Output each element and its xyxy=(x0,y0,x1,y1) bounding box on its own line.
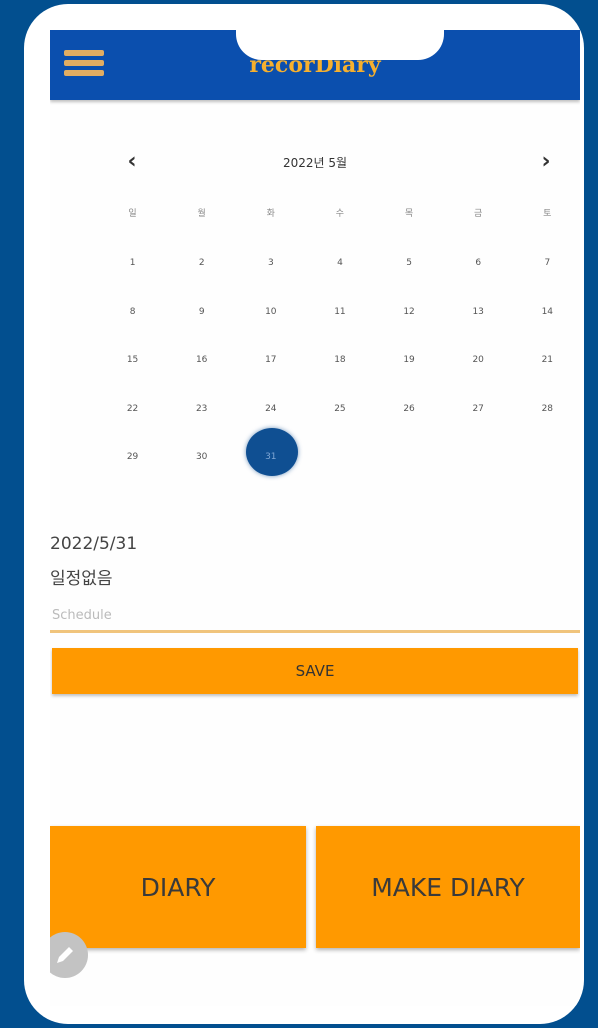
calendar-day-number: 7 xyxy=(544,258,551,268)
weekday-label: 목 xyxy=(404,209,414,219)
calendar-week-row: 8 9 10 11 12 13 14 xyxy=(98,305,580,354)
calendar-day[interactable]: 29 xyxy=(98,450,167,499)
calendar-day[interactable]: 20 xyxy=(444,353,513,402)
calendar-day-number: 21 xyxy=(541,355,554,366)
calendar-day[interactable]: 13 xyxy=(444,305,513,354)
calendar-week-row: 1 2 3 4 5 6 7 xyxy=(98,256,580,305)
calendar-day[interactable]: 21 xyxy=(513,353,580,402)
calendar-day[interactable]: 19 xyxy=(375,353,444,402)
calendar-day[interactable]: 12 xyxy=(375,305,444,354)
calendar-day-number: 17 xyxy=(265,355,277,366)
calendar-day-number: 23 xyxy=(195,403,208,414)
schedule-input[interactable] xyxy=(50,600,580,633)
calendar-day-number: 30 xyxy=(195,452,208,463)
calendar-day[interactable]: 9 xyxy=(167,305,236,354)
calendar-day-number: 12 xyxy=(403,306,415,317)
calendar-day-grid: 1 2 3 4 5 6 7 8 9 10 11 12 13 14 15 16 17 18 19 20 21 22 23 24 2… xyxy=(98,256,580,499)
calendar-day-number: 29 xyxy=(126,452,139,463)
calendar-day-number: 9 xyxy=(198,306,205,317)
calendar-day-number: 8 xyxy=(129,306,136,317)
pencil-icon[interactable] xyxy=(50,932,88,978)
calendar-day[interactable]: 3 xyxy=(236,256,305,305)
calendar-header: ‹ 2022년 5월 › xyxy=(50,148,580,178)
calendar-day-number: 26 xyxy=(403,403,415,414)
calendar-day[interactable]: 7 xyxy=(513,256,580,305)
calendar-day[interactable]: 17 xyxy=(236,353,305,402)
calendar-day[interactable]: 14 xyxy=(513,305,580,354)
calendar-day[interactable]: 30 xyxy=(167,450,236,499)
make-diary-button[interactable]: MAKE DIARY xyxy=(316,826,580,948)
weekday-label: 토 xyxy=(543,209,552,219)
phone-notch xyxy=(236,4,444,60)
calendar-day-number: 24 xyxy=(265,403,277,414)
calendar-day[interactable]: 6 xyxy=(444,256,513,305)
calendar-day-selected[interactable]: 31 xyxy=(236,428,305,499)
calendar-day[interactable]: 28 xyxy=(513,402,580,451)
calendar-day[interactable]: 1 xyxy=(98,256,167,305)
calendar-day-number: 20 xyxy=(472,355,484,366)
calendar-day-number: 13 xyxy=(472,306,484,317)
calendar-day[interactable]: 22 xyxy=(98,402,167,451)
calendar-day-number: 11 xyxy=(334,306,346,317)
calendar-week-row: 15 16 17 18 19 20 21 xyxy=(98,353,580,402)
calendar-day-number: 25 xyxy=(334,403,346,414)
calendar-week-row: 22 23 24 25 26 27 28 xyxy=(98,402,580,451)
weekday-label: 수 xyxy=(335,209,345,219)
calendar-day-number: 4 xyxy=(337,258,343,268)
app-screen: recorDiary ‹ 2022년 5월 › 일 월 화 수 목 금 토 12… xyxy=(50,30,580,1006)
weekday-label: 월 xyxy=(197,209,206,219)
calendar-day-number: 5 xyxy=(406,258,412,268)
calendar-day[interactable]: 15 xyxy=(98,353,167,402)
phone-frame: recorDiary ‹ 2022년 5월 › 일 월 화 수 목 금 토 12… xyxy=(24,4,584,1024)
calendar-day-number: 3 xyxy=(267,258,274,268)
weekday-label: 금 xyxy=(474,209,483,219)
calendar-day[interactable]: 25 xyxy=(305,402,374,451)
calendar-day[interactable]: 26 xyxy=(375,402,444,451)
calendar-day[interactable]: 10 xyxy=(236,305,305,354)
calendar-day-number: 16 xyxy=(195,355,208,366)
weekday-label: 화 xyxy=(266,209,275,219)
calendar-day-number: 6 xyxy=(475,258,482,268)
weekday-row: 일 월 화 수 목 금 토 xyxy=(98,206,580,226)
calendar-day-number: 15 xyxy=(126,355,139,366)
selected-date: 2022/5/31 xyxy=(50,534,138,554)
calendar-day-number: 14 xyxy=(541,306,554,317)
schedule-status: 일정없음 xyxy=(50,569,113,589)
calendar-day-number: 28 xyxy=(541,403,554,414)
calendar-day[interactable]: 2 xyxy=(167,256,236,305)
calendar-day[interactable]: 5 xyxy=(375,256,444,305)
calendar-day-number: 1 xyxy=(129,258,136,268)
chevron-right-icon[interactable]: › xyxy=(526,142,566,182)
calendar-day-number: 27 xyxy=(472,403,484,414)
calendar-day[interactable]: 11 xyxy=(305,305,374,354)
calendar-day[interactable]: 16 xyxy=(167,353,236,402)
calendar-day-number: 18 xyxy=(334,355,346,366)
save-button[interactable]: SAVE xyxy=(52,648,578,694)
calendar-day-number: 19 xyxy=(403,355,415,366)
calendar-month-title: 2022년 5월 xyxy=(282,156,348,170)
calendar-day[interactable]: 18 xyxy=(305,353,374,402)
calendar-day-number: 10 xyxy=(265,306,277,317)
calendar-day[interactable]: 8 xyxy=(98,305,167,354)
calendar-day[interactable]: 4 xyxy=(305,256,374,305)
calendar-day[interactable]: 23 xyxy=(167,402,236,451)
calendar-day-number: 22 xyxy=(126,403,139,414)
calendar-week-row: 29 30 31 xyxy=(98,428,580,499)
diary-button[interactable]: DIARY xyxy=(50,826,306,948)
weekday-label: 일 xyxy=(128,209,137,219)
calendar-day-number: 31 xyxy=(265,452,277,463)
calendar-day[interactable]: 27 xyxy=(444,402,513,451)
calendar-day-number: 2 xyxy=(198,258,205,268)
